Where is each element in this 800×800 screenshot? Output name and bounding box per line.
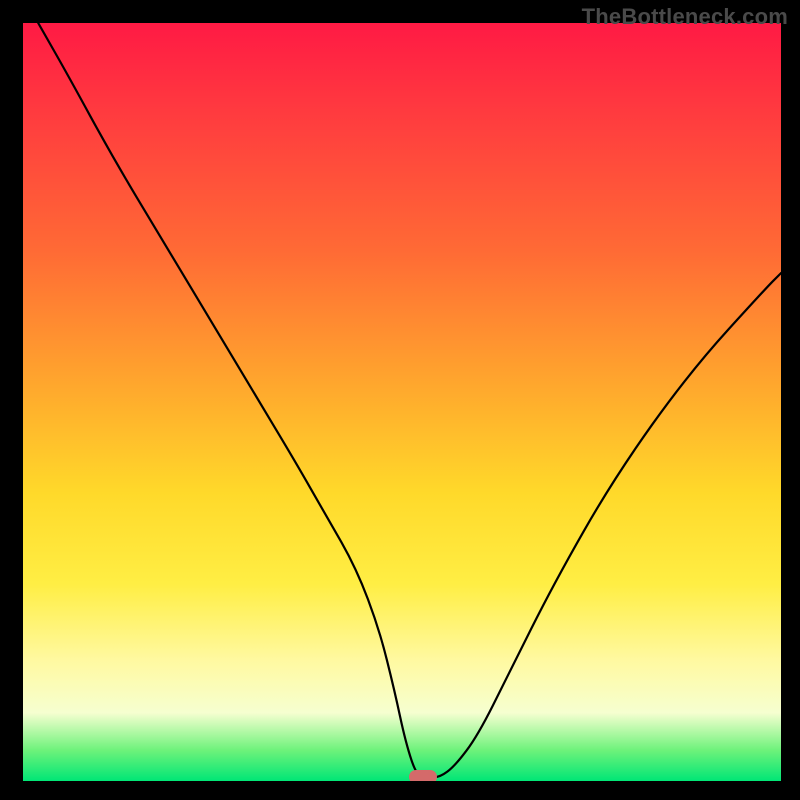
bottleneck-curve [23,23,781,781]
optimal-marker [409,770,437,781]
chart-frame: TheBottleneck.com [0,0,800,800]
watermark-text: TheBottleneck.com [582,4,788,30]
plot-area [23,23,781,781]
